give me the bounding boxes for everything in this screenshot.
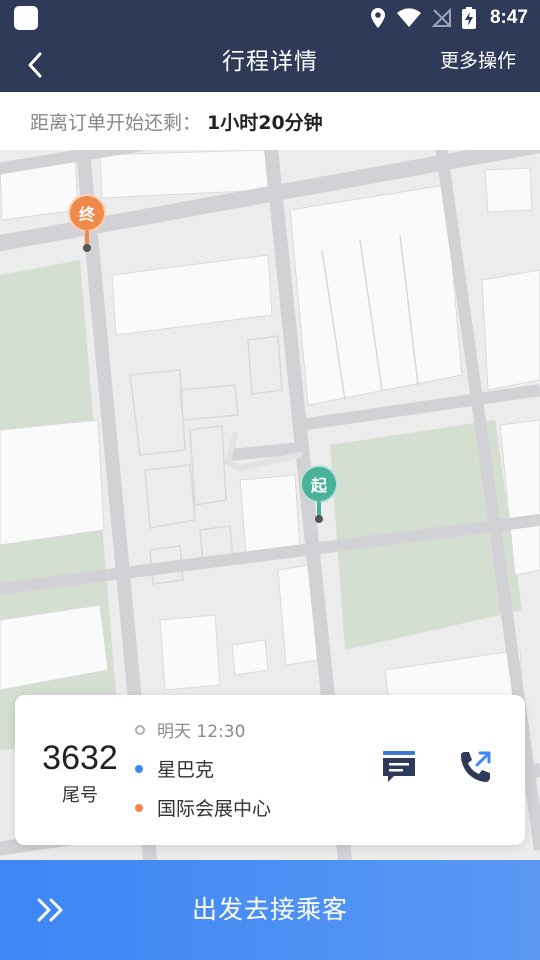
status-time: 8:47 <box>489 7 528 28</box>
location-icon <box>370 8 385 28</box>
countdown-bar: 距离订单开始还剩： 1小时20分钟 <box>0 92 540 150</box>
countdown-label: 距离订单开始还剩： <box>30 111 202 134</box>
countdown-value: 1小时20分钟 <box>207 111 323 134</box>
trip-to-row: 国际会展中心 <box>135 794 271 821</box>
trip-destination: 国际会展中心 <box>157 798 272 820</box>
trip-from-row: 星巴克 <box>135 755 214 782</box>
phone-call-icon <box>461 751 491 782</box>
start-pin[interactable]: 起 <box>300 465 338 525</box>
destination-dot-icon <box>135 803 143 812</box>
tail-number-label: 尾号 <box>62 785 98 806</box>
more-actions-button[interactable]: 更多操作 <box>440 36 516 92</box>
trip-card: 3632 尾号 明天 12:30 星巴克 国际会展中心 <box>15 695 525 845</box>
app-header: 行程详情 更多操作 <box>0 36 540 92</box>
no-signal-icon <box>431 8 451 27</box>
end-pin-dot <box>83 244 91 252</box>
origin-dot-icon <box>135 764 143 773</box>
status-bar: 8:47 <box>0 0 540 36</box>
message-button[interactable] <box>379 747 419 787</box>
status-icons: 8:47 <box>370 0 528 36</box>
trip-time-row: 明天 12:30 <box>135 717 245 742</box>
clock-icon <box>135 724 145 735</box>
passenger-tail-number: 3632 <box>42 739 118 777</box>
app-notification-icon <box>14 6 38 30</box>
trip-origin: 星巴克 <box>157 759 215 781</box>
call-button[interactable] <box>455 747 495 787</box>
end-pin[interactable]: 终 <box>68 194 106 254</box>
message-icon <box>383 751 415 782</box>
start-pin-label: 起 <box>300 465 338 503</box>
wifi-icon <box>396 8 421 27</box>
trip-time: 明天 12:30 <box>157 722 246 742</box>
battery-charging-icon <box>461 7 476 29</box>
depart-to-pickup-button[interactable]: 出发去接乘客 <box>0 860 540 960</box>
depart-button-label: 出发去接乘客 <box>191 895 348 924</box>
end-pin-label: 终 <box>68 194 106 232</box>
start-pin-dot <box>315 515 323 523</box>
